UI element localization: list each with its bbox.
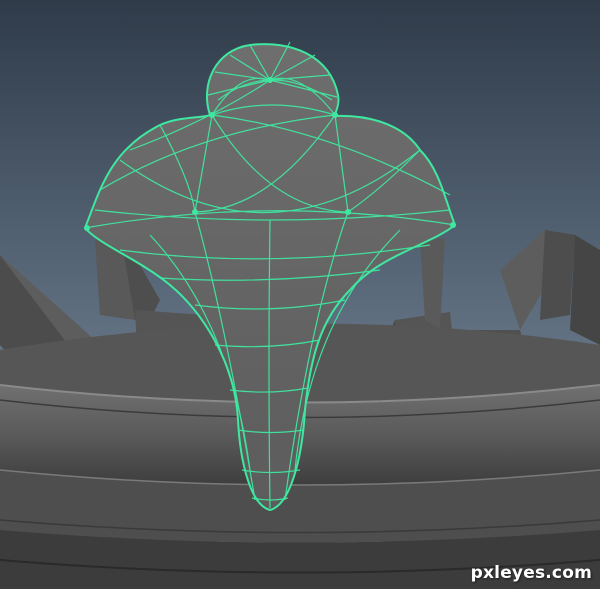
viewport-render <box>0 0 600 589</box>
watermark-text: pxleyes.com <box>470 563 592 583</box>
